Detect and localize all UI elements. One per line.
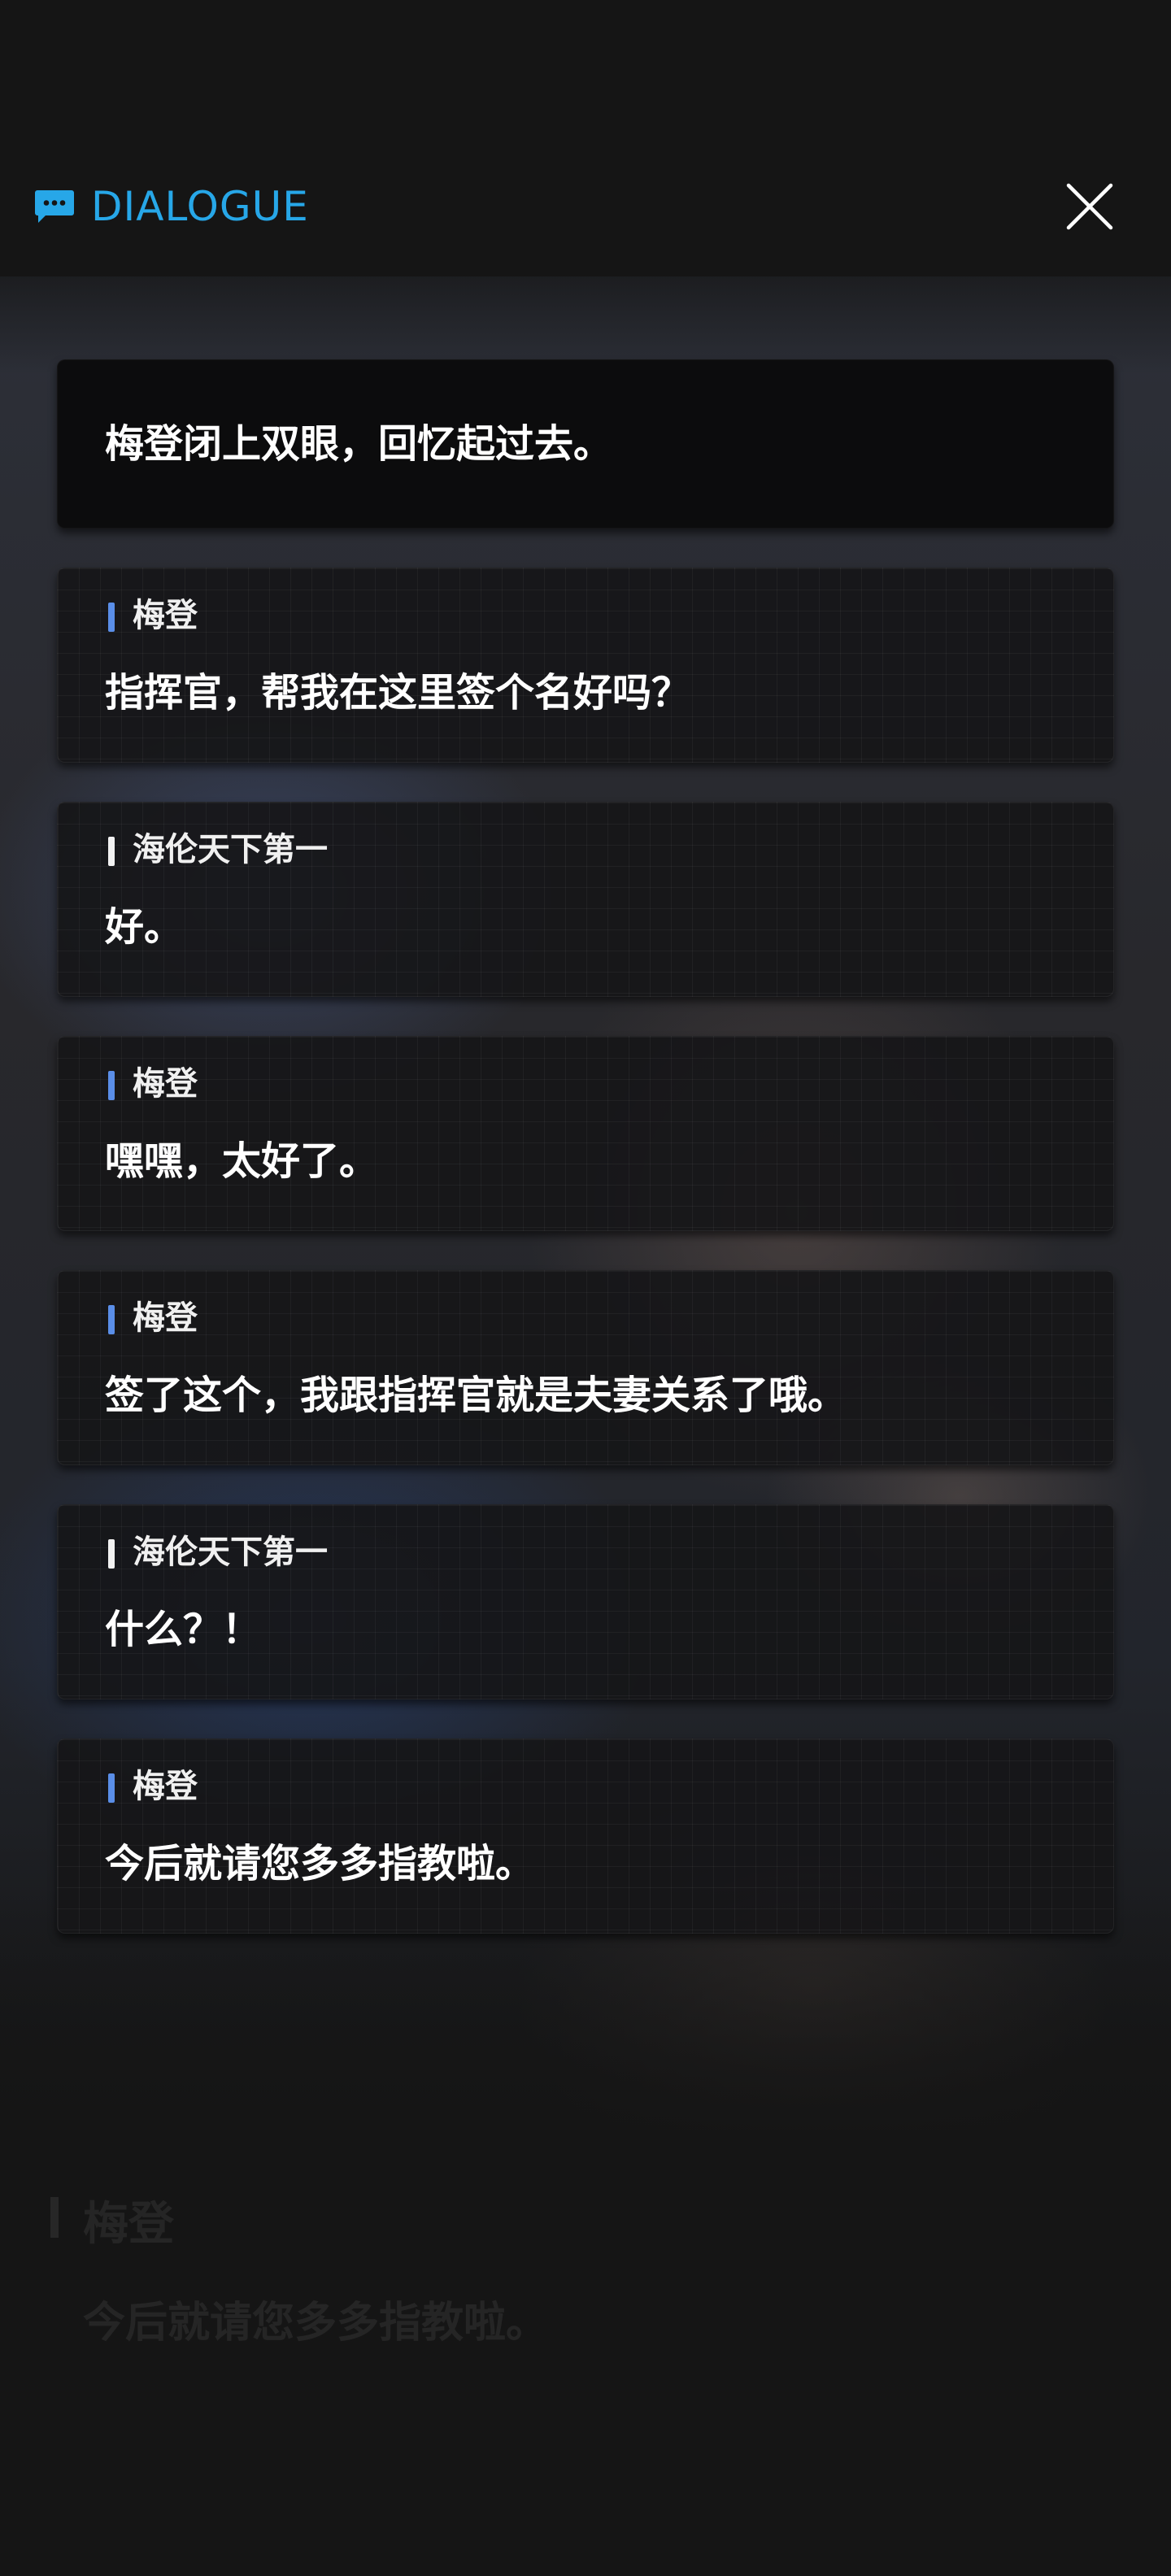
dialogue-log-title: DIALOGUE	[91, 183, 309, 230]
speaker-indicator-bar	[108, 1539, 115, 1569]
dialogue-entry: 海伦天下第一 好。	[57, 802, 1114, 997]
dialogue-entry: 梅登 指挥官，帮我在这里签个名好吗？	[57, 568, 1114, 763]
close-icon[interactable]	[1064, 181, 1116, 233]
dialogue-text: 今后就请您多多指教啦。	[105, 1841, 535, 1886]
narration-card: 梅登闭上双眼，回忆起过去。	[57, 359, 1114, 529]
dialogue-text: 什么？！	[105, 1607, 262, 1652]
speaker-indicator-bar	[108, 837, 115, 866]
dialogue-log-list[interactable]: 梅登闭上双眼，回忆起过去。 梅登 指挥官，帮我在这里签个名好吗？ 海伦天下第一 …	[57, 359, 1114, 1973]
dialogue-text: 好。	[105, 904, 184, 950]
dialogue-text: 签了这个，我跟指挥官就是夫妻关系了哦。	[105, 1373, 847, 1418]
background-speaker-name: 梅登	[83, 2198, 174, 2251]
chat-bubble-icon	[35, 190, 74, 223]
background-speaker-bar	[50, 2197, 59, 2238]
speaker-name: 梅登	[133, 1299, 198, 1337]
dialogue-entry: 梅登 今后就请您多多指教啦。	[57, 1738, 1114, 1934]
speaker-name: 海伦天下第一	[133, 831, 328, 868]
speaker-indicator-bar	[108, 1071, 115, 1100]
speaker-name: 梅登	[133, 597, 198, 634]
dialogue-log-header: DIALOGUE	[0, 163, 1171, 252]
speaker-indicator-bar	[108, 603, 115, 632]
dialogue-entry: 梅登 签了这个，我跟指挥官就是夫妻关系了哦。	[57, 1270, 1114, 1465]
speaker-name: 梅登	[133, 1065, 198, 1103]
narration-text: 梅登闭上双眼，回忆起过去。	[105, 421, 613, 467]
dialogue-text: 指挥官，帮我在这里签个名好吗？	[105, 670, 691, 716]
background-fade-bottom	[0, 1886, 1171, 2576]
speaker-name: 海伦天下第一	[133, 1534, 328, 1571]
speaker-indicator-bar	[108, 1773, 115, 1803]
background-dialogue-text: 今后就请您多多指教啦。	[83, 2299, 549, 2348]
dialogue-entry: 梅登 嘿嘿，太好了。	[57, 1036, 1114, 1231]
speaker-indicator-bar	[108, 1305, 115, 1334]
dialogue-text: 嘿嘿，太好了。	[105, 1138, 379, 1184]
dialogue-entry: 海伦天下第一 什么？！	[57, 1504, 1114, 1699]
speaker-name: 梅登	[133, 1768, 198, 1805]
